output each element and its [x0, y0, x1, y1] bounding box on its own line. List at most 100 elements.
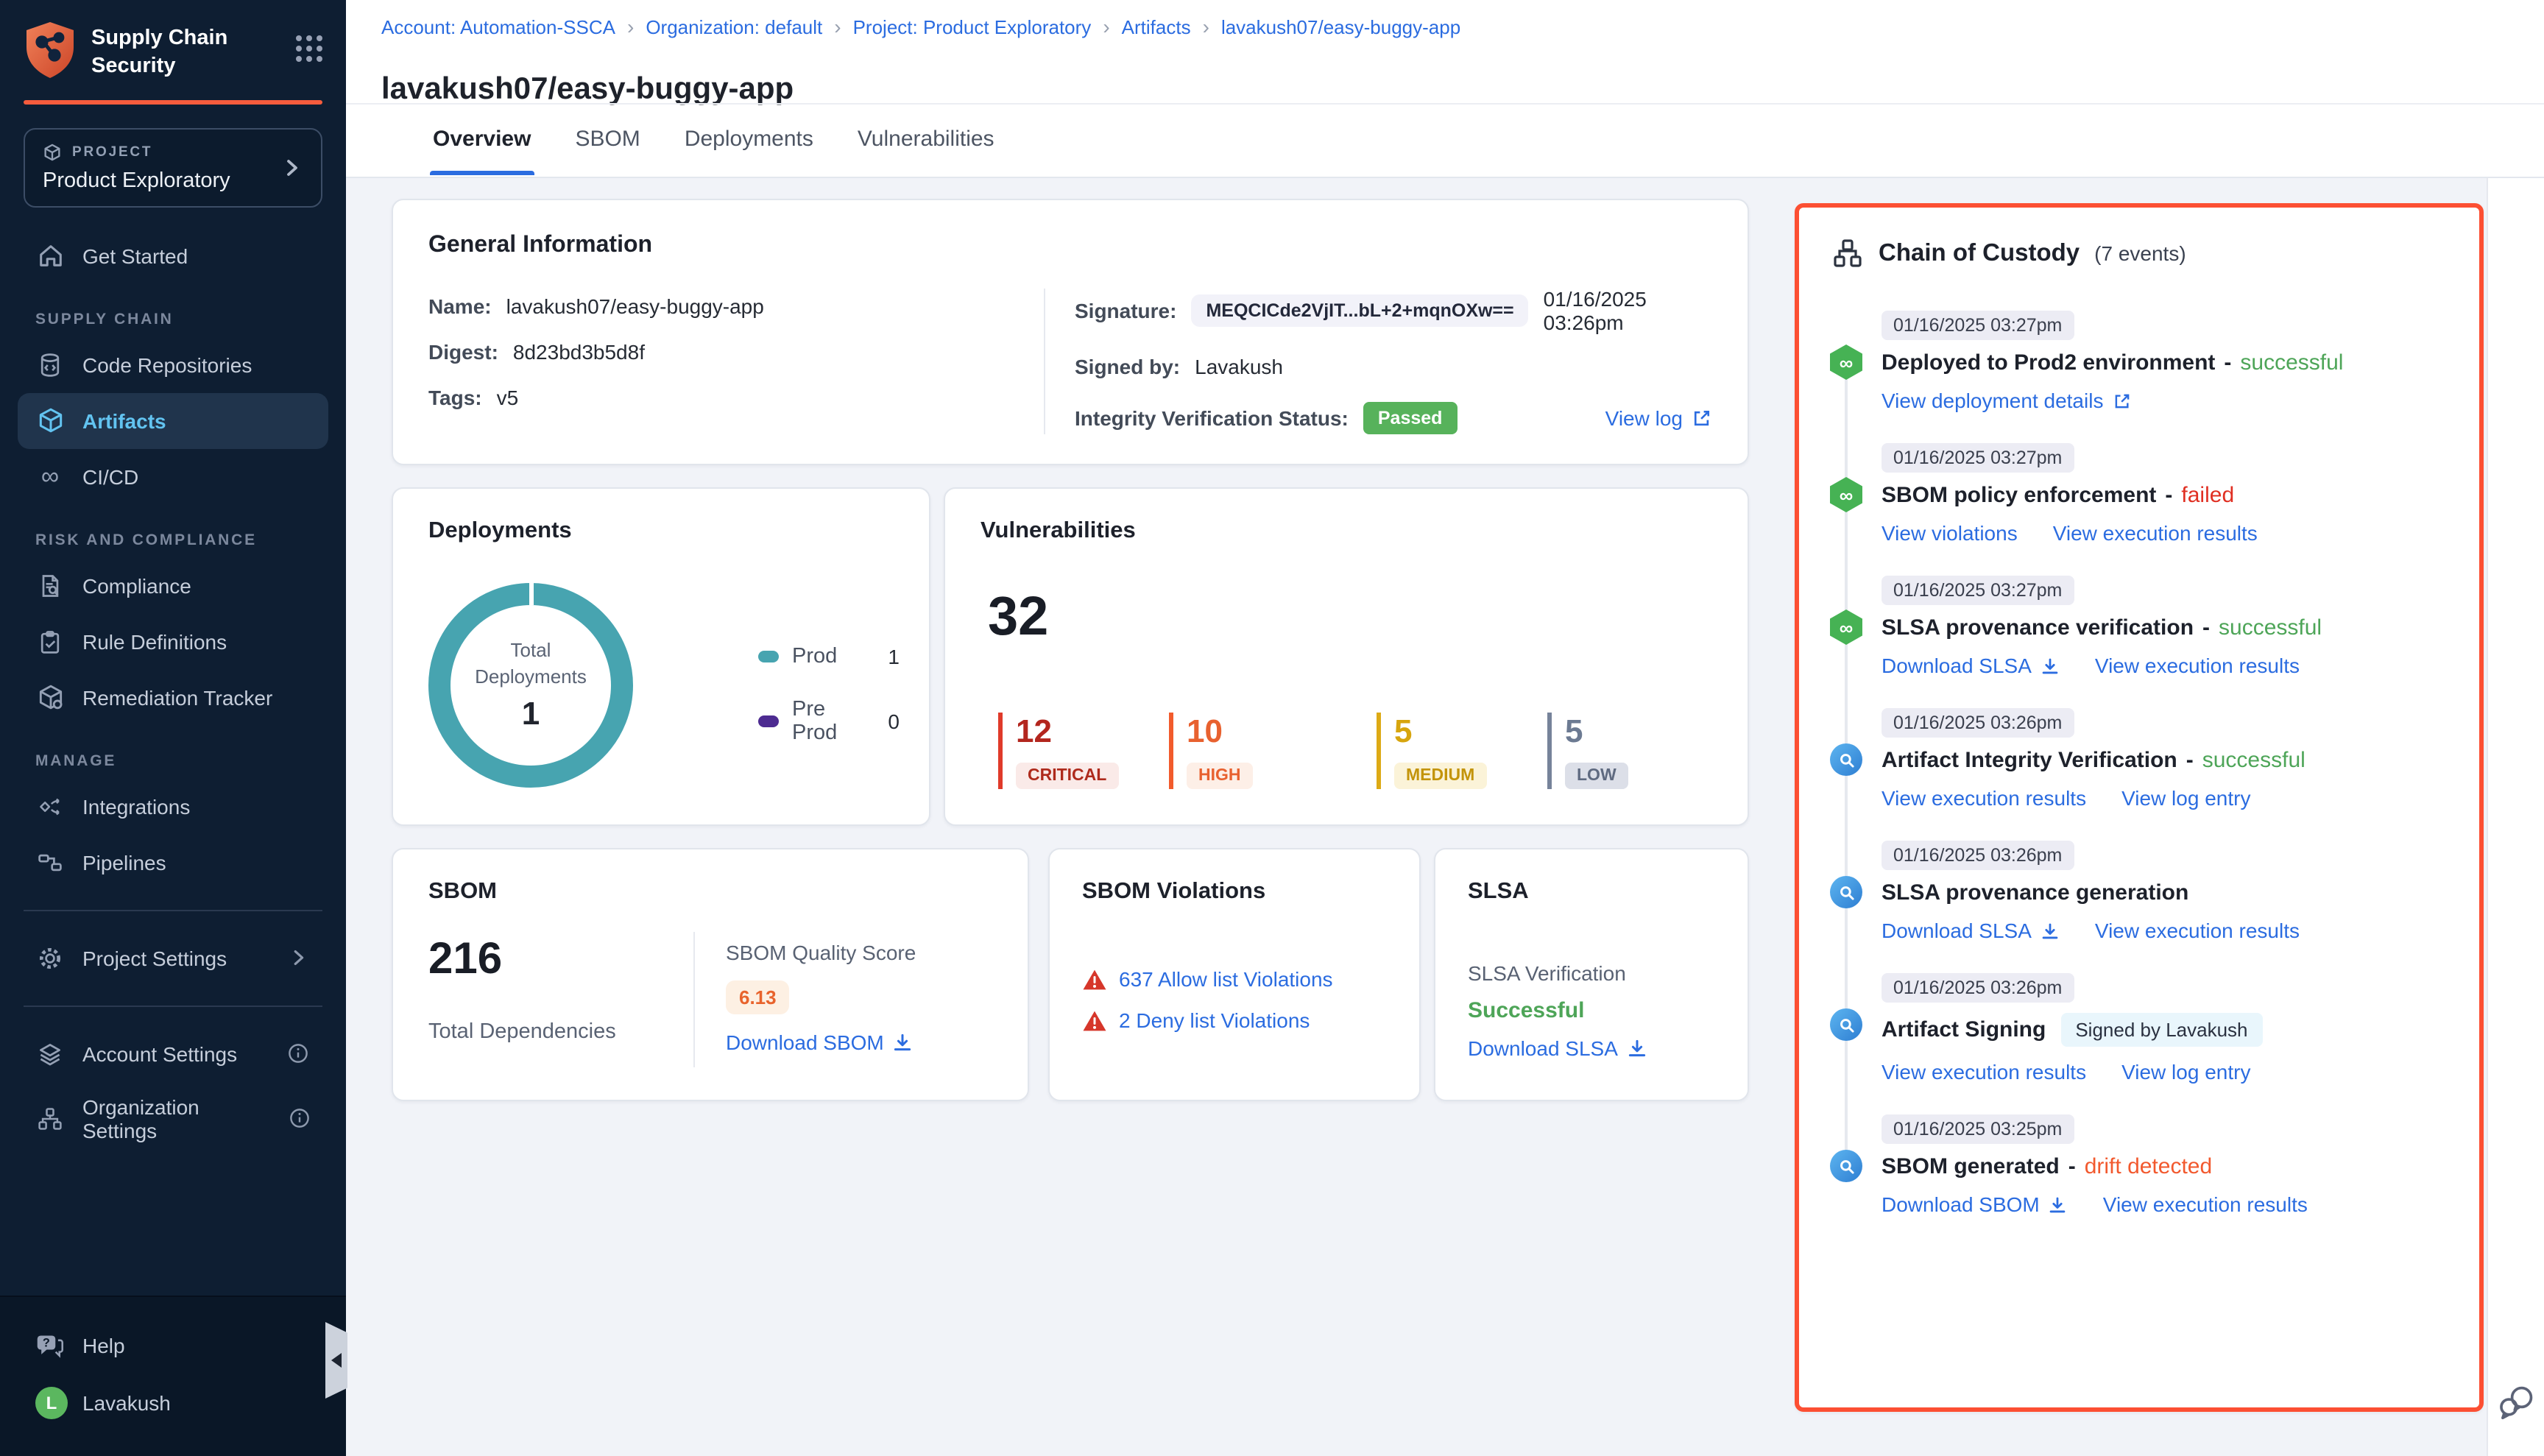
layers-icon	[35, 1039, 65, 1068]
pipeline-step-icon: ∞	[1830, 609, 1862, 645]
brand-accent-divider	[24, 99, 322, 104]
home-icon	[35, 241, 65, 270]
pipeline-step-icon: ∞	[1830, 477, 1862, 512]
severity-badge: CRITICAL	[1016, 763, 1118, 789]
sidebar-item-help[interactable]: ? Help	[18, 1318, 328, 1374]
event-timestamp: 01/16/2025 03:27pm	[1882, 311, 2074, 340]
view-deployment-details-link[interactable]: View deployment details	[1882, 389, 2131, 412]
support-chat-icon[interactable]	[2495, 1382, 2537, 1424]
pre-prod-swatch	[758, 715, 779, 727]
app-screen: Supply Chain Security PROJECT Product	[0, 0, 2544, 1456]
breadcrumb-project[interactable]: Project: Product Exploratory	[853, 15, 1092, 38]
sidebar-item-account-settings[interactable]: Account Settings	[18, 1025, 328, 1081]
sidebar-item-label: Organization Settings	[82, 1095, 270, 1142]
triangle-left-icon	[331, 1353, 342, 1368]
legend-item-pre-prod: Pre Prod 0	[758, 698, 900, 745]
custody-event-slsa-generation: 01/16/2025 03:26pm SLSA provenance gener…	[1830, 841, 2453, 942]
scan-step-icon	[1830, 743, 1862, 776]
field-digest: Digest: 8d23bd3b5d8f	[428, 340, 1044, 364]
event-status: successful	[2240, 350, 2343, 375]
sidebar-item-project-settings[interactable]: Project Settings	[18, 930, 328, 986]
sidebar-item-code-repositories[interactable]: Code Repositories	[18, 336, 328, 392]
sidebar-item-remediation-tracker[interactable]: Remediation Tracker	[18, 669, 328, 725]
sidebar-item-organization-settings[interactable]: Organization Settings	[18, 1081, 328, 1155]
slsa-verification-status: Successful	[1468, 998, 1584, 1023]
event-status: failed	[2181, 483, 2234, 508]
event-title: Artifact Integrity Verification	[1882, 748, 2177, 773]
sidebar-item-pipelines[interactable]: Pipelines	[18, 834, 328, 890]
download-slsa-link[interactable]: Download SLSA	[1468, 1036, 1647, 1060]
event-timestamp: 01/16/2025 03:27pm	[1882, 443, 2074, 473]
sidebar-divider	[24, 909, 322, 911]
tab-vulnerabilities[interactable]: Vulnerabilities	[855, 103, 997, 175]
view-execution-results-link[interactable]: View execution results	[2095, 919, 2300, 942]
sidebar-divider	[24, 1005, 322, 1006]
view-log-entry-link[interactable]: View log entry	[2121, 786, 2250, 810]
sidebar-item-artifacts[interactable]: Artifacts	[18, 392, 328, 448]
view-execution-results-link[interactable]: View execution results	[1882, 1060, 2086, 1084]
donut-center-label: Total Deployments	[463, 638, 598, 690]
download-slsa-link[interactable]: Download SLSA	[1882, 654, 2060, 677]
view-violations-link[interactable]: View violations	[1882, 521, 2018, 545]
severity-badge: HIGH	[1187, 763, 1253, 789]
view-log-link[interactable]: View log	[1605, 406, 1712, 430]
severity-medium: 5 MEDIUM	[1377, 713, 1547, 789]
scan-step-icon	[1830, 1150, 1862, 1182]
slsa-card: SLSA SLSA Verification Successful Downlo…	[1434, 848, 1749, 1101]
events-count: (7 events)	[2094, 241, 2186, 265]
event-timestamp: 01/16/2025 03:26pm	[1882, 708, 2074, 738]
card-title: Vulnerabilities	[981, 518, 1748, 545]
separator: -	[2068, 1154, 2076, 1179]
sidebar-item-get-started[interactable]: Get Started	[18, 227, 328, 283]
info-icon[interactable]	[287, 1042, 311, 1065]
legend-item-prod: Prod 1	[758, 645, 900, 668]
module-picker-icon[interactable]	[296, 21, 322, 62]
sidebar-collapse-handle[interactable]	[325, 1322, 347, 1399]
project-selector[interactable]: PROJECT Product Exploratory	[24, 127, 322, 207]
tab-overview[interactable]: Overview	[430, 103, 534, 175]
separator: -	[2224, 350, 2231, 375]
tab-bar: Overview SBOM Deployments Vulnerabilitie…	[430, 103, 997, 175]
info-icon[interactable]	[288, 1106, 311, 1130]
slsa-verification-label: SLSA Verification	[1468, 961, 1626, 985]
view-execution-results-link[interactable]: View execution results	[2053, 521, 2258, 545]
user-name: Lavakush	[82, 1391, 171, 1415]
user-menu[interactable]: L Lavakush	[18, 1374, 328, 1432]
download-sbom-link[interactable]: Download SBOM	[1882, 1192, 2068, 1216]
event-title: Artifact Signing	[1882, 1017, 2046, 1042]
sidebar-item-label: Project Settings	[82, 946, 227, 969]
section-label-risk-compliance: RISK AND COMPLIANCE	[35, 531, 311, 548]
severity-breakdown: 12 CRITICAL 10 HIGH 5 MEDIUM 5 LOW	[998, 713, 1628, 789]
sbom-violations-card: SBOM Violations 637 Allow list Violation…	[1048, 848, 1421, 1101]
infinity-icon: ∞	[35, 462, 65, 491]
sidebar-item-label: Remediation Tracker	[82, 685, 272, 709]
signature-value[interactable]: MEQCICde2VjIT...bL+2+mqnOXw==	[1191, 294, 1528, 327]
sidebar-item-compliance[interactable]: Compliance	[18, 557, 328, 613]
deny-list-violations-link[interactable]: 2 Deny list Violations	[1119, 1008, 1310, 1032]
sidebar-item-label: Rule Definitions	[82, 629, 227, 653]
breadcrumb-current-artifact[interactable]: lavakush07/easy-buggy-app	[1221, 15, 1460, 38]
deployments-legend: Prod 1 Pre Prod 0	[758, 645, 900, 774]
download-sbom-link[interactable]: Download SBOM	[726, 1031, 914, 1054]
field-integrity-status: Integrity Verification Status: Passed Vi…	[1075, 402, 1712, 434]
remediation-box-icon	[35, 682, 65, 712]
view-log-entry-link[interactable]: View log entry	[2121, 1060, 2250, 1084]
sidebar-item-label: Artifacts	[82, 409, 166, 432]
view-execution-results-link[interactable]: View execution results	[2095, 654, 2300, 677]
breadcrumb-account[interactable]: Account: Automation-SSCA	[381, 15, 615, 38]
sidebar-item-cicd[interactable]: ∞ CI/CD	[18, 448, 328, 504]
tab-deployments[interactable]: Deployments	[682, 103, 816, 175]
breadcrumb-organization[interactable]: Organization: default	[646, 15, 822, 38]
field-name: Name: lavakush07/easy-buggy-app	[428, 294, 1044, 318]
card-title: SLSA	[1468, 879, 1748, 905]
view-execution-results-link[interactable]: View execution results	[1882, 786, 2086, 810]
vertical-divider	[1044, 289, 1045, 434]
tab-sbom[interactable]: SBOM	[572, 103, 643, 175]
view-execution-results-link[interactable]: View execution results	[2103, 1192, 2308, 1216]
breadcrumb-artifacts[interactable]: Artifacts	[1122, 15, 1191, 38]
allow-list-violations-link[interactable]: 637 Allow list Violations	[1119, 967, 1333, 991]
sidebar-item-rule-definitions[interactable]: Rule Definitions	[18, 613, 328, 669]
custody-event-sbom-policy: ∞ 01/16/2025 03:27pm SBOM policy enforce…	[1830, 443, 2453, 545]
sidebar-item-integrations[interactable]: Integrations	[18, 778, 328, 834]
download-slsa-link[interactable]: Download SLSA	[1882, 919, 2060, 942]
